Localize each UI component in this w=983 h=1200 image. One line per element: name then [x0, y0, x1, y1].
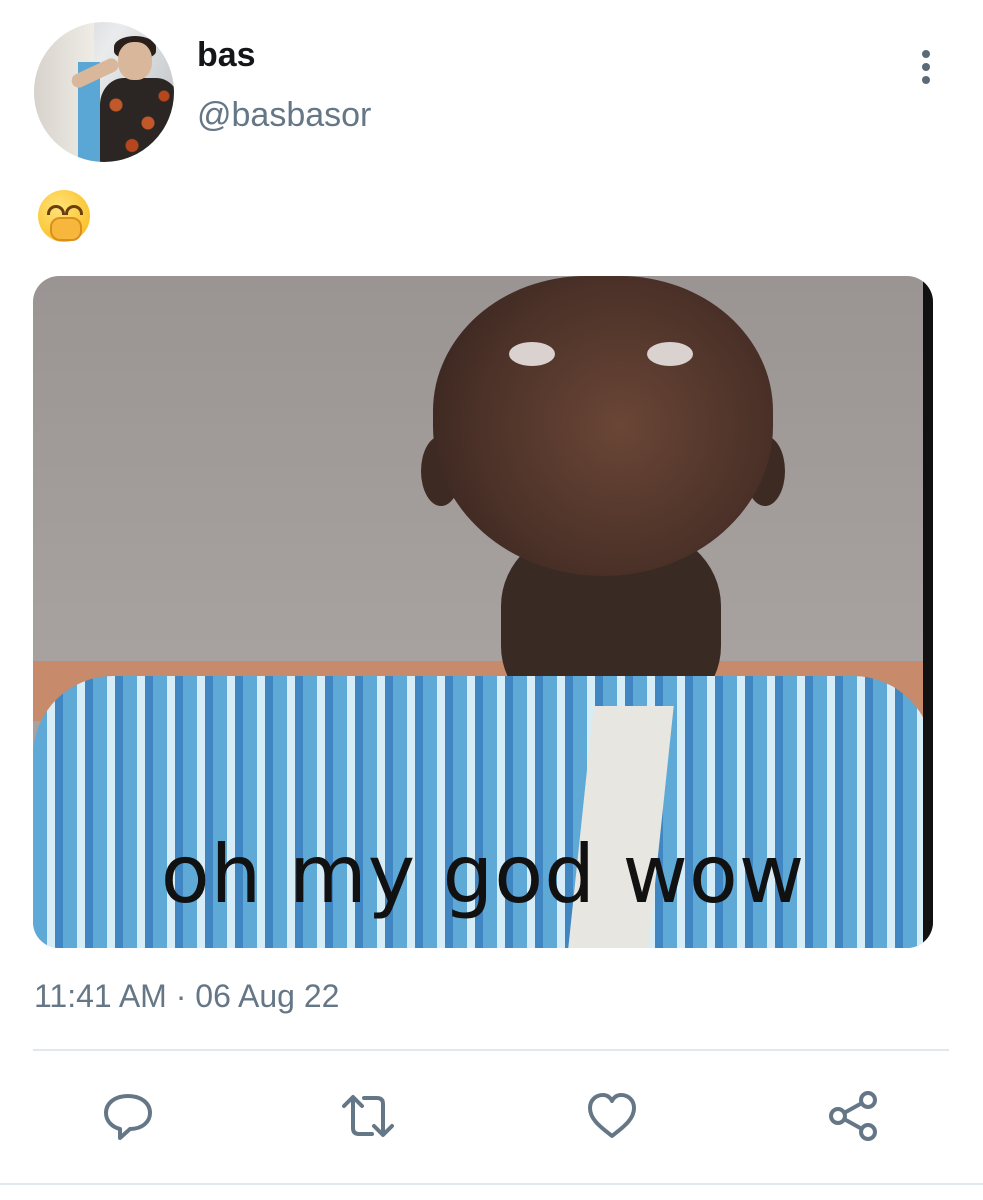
reply-button[interactable]	[100, 1088, 156, 1144]
heart-icon	[588, 1093, 636, 1138]
retweet-icon	[342, 1095, 394, 1137]
media-figure	[509, 342, 555, 366]
face-with-hand-over-mouth-emoji	[38, 190, 90, 242]
bottom-divider	[0, 1183, 983, 1185]
emoji-eye	[47, 205, 65, 215]
media-caption: oh my god wow	[160, 828, 806, 921]
menu-dot	[922, 76, 930, 84]
like-button[interactable]	[584, 1088, 640, 1144]
menu-dot	[922, 63, 930, 71]
emoji-hand	[50, 217, 82, 241]
menu-dot	[922, 50, 930, 58]
media-figure	[647, 342, 693, 366]
avatar-detail	[100, 78, 174, 162]
divider	[33, 1049, 949, 1051]
media-edge	[923, 276, 933, 948]
emoji-eye	[65, 205, 83, 215]
avatar-detail	[118, 42, 152, 80]
more-options-icon[interactable]	[914, 50, 938, 90]
user-handle[interactable]: @basbasor	[197, 96, 371, 135]
speech-bubble-icon	[104, 1094, 152, 1140]
share-button[interactable]	[826, 1088, 882, 1144]
tweet-media-gif[interactable]: oh my god wow	[33, 276, 933, 948]
tweet-timestamp[interactable]: 11:41 AM · 06 Aug 22	[34, 978, 339, 1015]
retweet-button[interactable]	[340, 1088, 396, 1144]
share-icon	[829, 1091, 877, 1141]
display-name[interactable]: bas	[197, 36, 256, 75]
profile-avatar[interactable]	[34, 22, 174, 162]
media-figure	[433, 276, 773, 576]
